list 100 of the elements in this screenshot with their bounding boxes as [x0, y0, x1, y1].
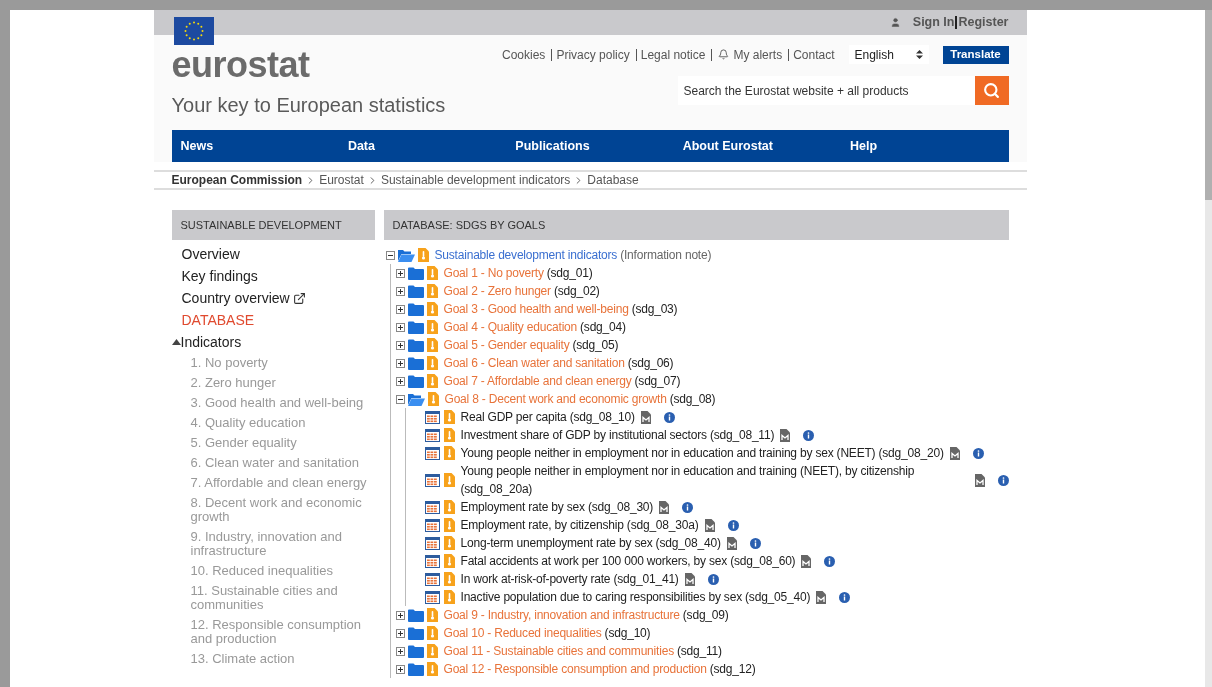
table-icon [424, 518, 440, 532]
goal-code: (sdg_11) [676, 643, 722, 660]
goal-code: (sdg_07) [634, 373, 681, 390]
information-note: (Information note) [620, 247, 712, 264]
thermometer-document-icon [443, 536, 455, 550]
header-link[interactable]: Cookies [502, 45, 546, 64]
folder-icon [407, 284, 424, 298]
thermometer-document-icon [443, 554, 455, 568]
collapse-icon[interactable] [385, 250, 395, 260]
info-icon[interactable] [749, 537, 761, 549]
account-link[interactable]: Sign In [912, 13, 955, 32]
expand-icon[interactable] [395, 340, 405, 350]
metadata-file-icon[interactable] [816, 590, 827, 604]
expand-icon[interactable] [395, 646, 405, 656]
dataset-name[interactable]: Real GDP per capita (sdg_08_10) [460, 408, 635, 426]
info-icon[interactable] [707, 573, 719, 585]
breadcrumb-link[interactable]: Database [587, 171, 639, 189]
breadcrumb-link[interactable]: Sustainable development indicators [380, 171, 571, 189]
dataset-name[interactable]: Young people neither in employment nor in education and training by sex (NEET) (sdg_08_20) [460, 444, 944, 462]
breadcrumb-link[interactable]: Eurostat [319, 171, 364, 189]
sidebar-item[interactable]: Country overview [181, 287, 290, 309]
goal-code: (sdg_12) [709, 661, 756, 678]
nav-item[interactable]: Help [841, 130, 1009, 162]
table-icon [424, 446, 440, 460]
expand-icon[interactable] [395, 268, 405, 278]
metadata-file-icon[interactable] [974, 473, 985, 487]
header-link[interactable]: Contact [793, 45, 835, 64]
header-link[interactable]: Privacy policy [556, 45, 630, 64]
header-link[interactable]: Legal notice [640, 45, 706, 64]
dataset-name[interactable]: Fatal accidents at work per 100 000 workers, by sex (sdg_08_60) [460, 552, 796, 570]
tree-root-link[interactable]: Sustainable development indicators [434, 246, 618, 264]
expand-icon[interactable] [395, 376, 405, 386]
search-field[interactable]: Search the Eurostat website + all products [677, 76, 975, 105]
dataset-name[interactable]: Inactive population due to caring responsibilities by sex (sdg_05_40) [460, 588, 811, 606]
folder-icon [407, 626, 424, 640]
thermometer-document-icon [426, 302, 438, 316]
header-link[interactable]: My alerts [733, 45, 783, 64]
expand-icon[interactable] [395, 304, 405, 314]
dataset-name[interactable]: In work at-risk-of-poverty rate (sdg_01_41) [460, 570, 679, 588]
sidebar-item[interactable]: Overview [181, 243, 240, 265]
nav-item[interactable]: About Eurostat [673, 130, 842, 162]
metadata-file-icon[interactable] [949, 446, 960, 460]
info-icon[interactable] [727, 519, 739, 531]
folder-icon [407, 662, 424, 676]
translate-button[interactable]: Translate [942, 45, 1009, 64]
info-icon[interactable] [663, 411, 675, 423]
goal-code: (sdg_04) [580, 319, 626, 336]
metadata-file-icon[interactable] [780, 428, 791, 442]
goal-code: (sdg_03) [631, 301, 678, 318]
goal-code: (sdg_05) [572, 337, 619, 354]
thermometer-document-icon [426, 356, 438, 370]
table-icon [424, 410, 440, 424]
collapse-icon[interactable] [395, 394, 405, 404]
thermometer-document-icon [426, 284, 438, 298]
info-icon[interactable] [803, 429, 815, 441]
info-icon[interactable] [997, 474, 1009, 486]
metadata-file-icon[interactable] [659, 500, 670, 514]
info-icon[interactable] [824, 555, 836, 567]
user-icon [889, 17, 901, 28]
metadata-file-icon[interactable] [801, 554, 812, 568]
expand-icon[interactable] [395, 322, 405, 332]
info-icon[interactable] [682, 501, 694, 513]
dataset-name[interactable]: Employment rate by sex (sdg_08_30) [460, 498, 654, 516]
info-icon[interactable] [972, 447, 984, 459]
eurostat-logo[interactable]: eurostat [171, 45, 446, 85]
nav-item[interactable]: News [171, 130, 339, 162]
account-link[interactable]: Register [958, 13, 1009, 32]
goal-code: (sdg_08) [669, 391, 716, 408]
thermometer-document-icon [443, 428, 455, 442]
goal-code: (sdg_06) [627, 355, 674, 372]
info-icon[interactable] [839, 591, 851, 603]
expand-icon[interactable] [395, 286, 405, 296]
goal-code: (sdg_10) [604, 625, 651, 642]
expand-icon[interactable] [395, 358, 405, 368]
dataset-name[interactable]: Young people neither in employment nor in education and training (NEET), by citizenship (sdg_08_20a) [460, 462, 969, 498]
sidebar-item[interactable]: Key findings [181, 265, 258, 287]
expand-icon[interactable] [395, 664, 405, 674]
folder-icon [407, 320, 424, 334]
expand-icon[interactable] [395, 610, 405, 620]
scrollbar[interactable] [1205, 10, 1212, 687]
metadata-file-icon[interactable] [704, 518, 715, 532]
breadcrumb-link[interactable]: European Commission [171, 171, 303, 189]
metadata-file-icon[interactable] [640, 410, 651, 424]
nav-item[interactable]: Data [338, 130, 507, 162]
expand-icon[interactable] [395, 628, 405, 638]
language-select[interactable]: English [848, 45, 929, 64]
metadata-file-icon[interactable] [726, 536, 737, 550]
table-icon [424, 554, 440, 568]
search-button[interactable] [974, 76, 1009, 105]
dataset-name[interactable]: Investment share of GDP by institutional sectors (sdg_08_11) [460, 426, 775, 444]
main-title: DATABASE: SDGS BY GOALS [383, 210, 1009, 240]
collapse-triangle-icon[interactable] [171, 339, 181, 345]
thermometer-document-icon [426, 608, 438, 622]
thermometer-document-icon [443, 446, 455, 460]
sidebar-item[interactable]: Indicators [180, 331, 242, 353]
nav-item[interactable]: Publications [506, 130, 674, 162]
dataset-name[interactable]: Long-term unemployment rate by sex (sdg_08_40) [460, 534, 721, 552]
dataset-name[interactable]: Employment rate, by citizenship (sdg_08_30a) [460, 516, 699, 534]
sidebar-item[interactable]: DATABASE [181, 309, 255, 331]
metadata-file-icon[interactable] [684, 572, 695, 586]
